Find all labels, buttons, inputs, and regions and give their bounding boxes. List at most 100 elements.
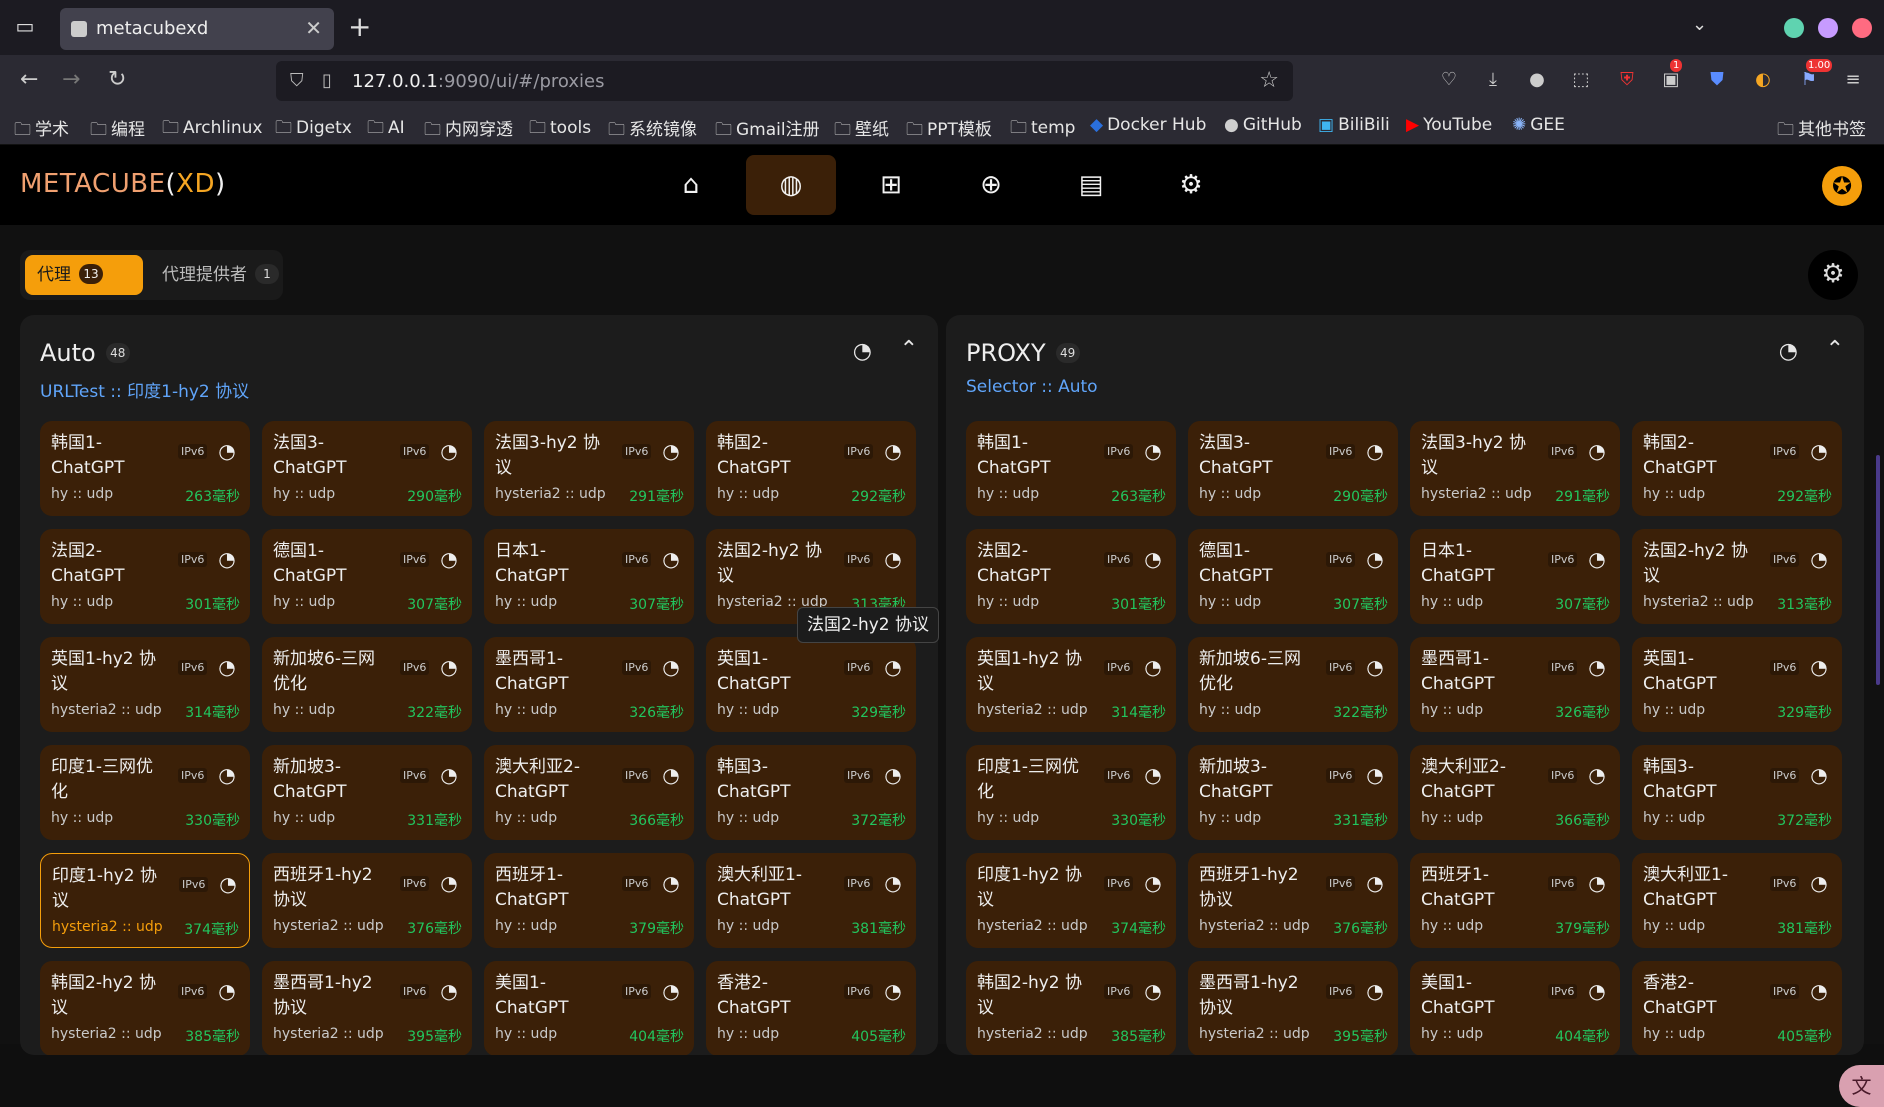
latency-test-gauge-icon[interactable]: ◔: [853, 339, 872, 364]
bookmark-folder[interactable]: 🗀 编程: [90, 115, 145, 146]
bookmark-folder[interactable]: 🗀 tools: [529, 115, 591, 144]
nav-config-gear-icon[interactable]: ⚙: [1146, 155, 1236, 215]
bookmark-folder[interactable]: 🗀 壁纸: [834, 115, 889, 146]
latency-test-gauge-icon[interactable]: ◔: [1807, 439, 1831, 463]
proxy-card[interactable]: 墨西哥1-hy2 协议 IPv6 ◔ hysteria2 :: udp 395毫秒: [1188, 961, 1398, 1055]
proxy-card[interactable]: 英国1-hy2 协议 IPv6 ◔ hysteria2 :: udp 314毫秒: [40, 637, 250, 732]
chevron-down-icon[interactable]: ⌄: [1692, 14, 1707, 35]
proxy-card[interactable]: 西班牙1-hy2 协议 IPv6 ◔ hysteria2 :: udp 376毫秒: [262, 853, 472, 948]
latency-test-gauge-icon[interactable]: ◔: [881, 763, 905, 787]
forward-icon[interactable]: →: [62, 67, 80, 92]
latency-test-gauge-icon[interactable]: ◔: [1807, 547, 1831, 571]
page-scrollbar[interactable]: [1876, 455, 1880, 685]
latency-test-gauge-icon[interactable]: ◔: [1141, 547, 1165, 571]
latency-test-gauge-icon[interactable]: ◔: [1363, 439, 1387, 463]
proxy-card[interactable]: 日本1-ChatGPT IPv6 ◔ hy :: udp 307毫秒: [484, 529, 694, 624]
group-title[interactable]: PROXY 49: [966, 339, 1080, 367]
bookmark-folder[interactable]: 🗀 PPT模板: [906, 115, 992, 146]
window-close-button[interactable]: [1852, 18, 1872, 38]
reader-extension-icon[interactable]: ▣ 1: [1658, 59, 1684, 93]
group-title[interactable]: Auto 48: [40, 339, 130, 367]
pocket-icon[interactable]: ♡: [1436, 67, 1462, 93]
latency-test-gauge-icon[interactable]: ◔: [437, 871, 461, 895]
proxy-card[interactable]: 韩国2-ChatGPT IPv6 ◔ hy :: udp 292毫秒: [1632, 421, 1842, 516]
proxy-card[interactable]: 韩国2-hy2 协议 IPv6 ◔ hysteria2 :: udp 385毫秒: [966, 961, 1176, 1055]
proxy-card[interactable]: 印度1-三网优化 IPv6 ◔ hy :: udp 330毫秒: [966, 745, 1176, 840]
proxy-card[interactable]: 新加坡6-三网优化 IPv6 ◔ hy :: udp 322毫秒: [1188, 637, 1398, 732]
proxy-card[interactable]: 法国3-hy2 协议 IPv6 ◔ hysteria2 :: udp 291毫秒: [484, 421, 694, 516]
latency-test-gauge-icon[interactable]: ◔: [1585, 439, 1609, 463]
tab-proxy-providers[interactable]: 代理提供者 1: [150, 255, 291, 295]
nav-overview-home-icon[interactable]: ⌂: [646, 155, 736, 215]
latency-test-gauge-icon[interactable]: ◔: [659, 763, 683, 787]
bookmark-folder[interactable]: 🗀 Archlinux: [162, 115, 262, 144]
nav-proxies-globe-icon[interactable]: ◍: [746, 155, 836, 215]
latency-test-gauge-icon[interactable]: ◔: [659, 547, 683, 571]
latency-test-gauge-icon[interactable]: ◔: [437, 655, 461, 679]
proxy-card[interactable]: 美国1-ChatGPT IPv6 ◔ hy :: udp 404毫秒: [1410, 961, 1620, 1055]
latency-test-gauge-icon[interactable]: ◔: [1807, 655, 1831, 679]
proxy-card[interactable]: 韩国2-hy2 协议 IPv6 ◔ hysteria2 :: udp 385毫秒: [40, 961, 250, 1055]
window-minimize-button[interactable]: [1784, 18, 1804, 38]
proxy-card[interactable]: 新加坡3-ChatGPT IPv6 ◔ hy :: udp 331毫秒: [1188, 745, 1398, 840]
latency-test-gauge-icon[interactable]: ◔: [1141, 655, 1165, 679]
app-logo[interactable]: METACUBE(XD): [20, 169, 226, 199]
latency-test-gauge-icon[interactable]: ◔: [1363, 871, 1387, 895]
latency-test-gauge-icon[interactable]: ◔: [437, 763, 461, 787]
latency-test-gauge-icon[interactable]: ◔: [1363, 763, 1387, 787]
bookmark-folder[interactable]: 🗀 内网穿透: [424, 115, 513, 146]
bookmark-folder[interactable]: 🗀 Gmail注册: [715, 115, 820, 146]
bookmark-link[interactable]: ▣ BiliBili: [1318, 115, 1390, 135]
bitwarden-icon[interactable]: ⛊: [1704, 67, 1730, 93]
nav-logs-document-icon[interactable]: ▤: [1046, 155, 1136, 215]
proxy-card[interactable]: 韩国1-ChatGPT IPv6 ◔ hy :: udp 263毫秒: [966, 421, 1176, 516]
latency-test-gauge-icon[interactable]: ◔: [215, 655, 239, 679]
window-maximize-button[interactable]: [1818, 18, 1838, 38]
proxy-card[interactable]: 西班牙1-ChatGPT IPv6 ◔ hy :: udp 379毫秒: [484, 853, 694, 948]
close-tab-icon[interactable]: ✕: [305, 16, 322, 40]
latency-test-gauge-icon[interactable]: ◔: [1141, 871, 1165, 895]
latency-test-gauge-icon[interactable]: ◔: [1807, 871, 1831, 895]
extension-avatar-icon[interactable]: ●: [1524, 67, 1550, 93]
latency-test-gauge-icon[interactable]: ◔: [215, 439, 239, 463]
latency-test-gauge-icon[interactable]: ◔: [881, 439, 905, 463]
bookmark-folder[interactable]: 🗀 temp: [1010, 115, 1075, 144]
proxy-card[interactable]: 英国1-ChatGPT IPv6 ◔ hy :: udp 329毫秒: [1632, 637, 1842, 732]
latency-test-gauge-icon[interactable]: ◔: [1585, 871, 1609, 895]
latency-test-gauge-icon[interactable]: ◔: [1585, 655, 1609, 679]
latency-test-gauge-icon[interactable]: ◔: [1585, 979, 1609, 1003]
proxy-card[interactable]: 韩国3-ChatGPT IPv6 ◔ hy :: udp 372毫秒: [1632, 745, 1842, 840]
proxy-card[interactable]: 印度1-hy2 协议 IPv6 ◔ hysteria2 :: udp 374毫秒: [966, 853, 1176, 948]
bookmark-link[interactable]: ✺ GEE: [1512, 115, 1565, 135]
latency-test-gauge-icon[interactable]: ◔: [1807, 979, 1831, 1003]
proxy-card[interactable]: 澳大利亚1-ChatGPT IPv6 ◔ hy :: udp 381毫秒: [1632, 853, 1842, 948]
proxy-card[interactable]: 澳大利亚2-ChatGPT IPv6 ◔ hy :: udp 366毫秒: [1410, 745, 1620, 840]
feed-extension-icon[interactable]: ⚑ 1.00: [1796, 59, 1833, 93]
latency-test-gauge-icon[interactable]: ◔: [659, 439, 683, 463]
bookmark-folder[interactable]: 🗀 AI: [367, 115, 405, 144]
latency-test-gauge-icon[interactable]: ◔: [1141, 979, 1165, 1003]
latency-test-gauge-icon[interactable]: ◔: [881, 871, 905, 895]
proxy-card[interactable]: 韩国3-ChatGPT IPv6 ◔ hy :: udp 372毫秒: [706, 745, 916, 840]
latency-test-gauge-icon[interactable]: ◔: [881, 547, 905, 571]
proxy-card[interactable]: 香港2-ChatGPT IPv6 ◔ hy :: udp 405毫秒: [1632, 961, 1842, 1055]
tab-list-icon[interactable]: ▭: [12, 14, 38, 40]
new-tab-icon[interactable]: +: [348, 10, 371, 43]
bookmark-link[interactable]: ● GitHub: [1224, 115, 1302, 135]
browser-tab[interactable]: metacubexd ✕: [60, 8, 334, 50]
tab-proxies[interactable]: 代理 13: [25, 255, 143, 295]
proxy-card[interactable]: 英国1-ChatGPT IPv6 ◔ hy :: udp 329毫秒: [706, 637, 916, 732]
bookmark-link[interactable]: ◆ Docker Hub: [1090, 115, 1206, 135]
proxy-card[interactable]: 德国1-ChatGPT IPv6 ◔ hy :: udp 307毫秒: [1188, 529, 1398, 624]
latency-test-gauge-icon[interactable]: ◔: [437, 547, 461, 571]
bookmark-folder[interactable]: 🗀 学术: [14, 115, 69, 146]
proxy-card[interactable]: 法国2-ChatGPT IPv6 ◔ hy :: udp 301毫秒: [40, 529, 250, 624]
latency-test-gauge-icon[interactable]: ◔: [1141, 763, 1165, 787]
proxy-card[interactable]: 韩国1-ChatGPT IPv6 ◔ hy :: udp 263毫秒: [40, 421, 250, 516]
extensions-icon[interactable]: ⬚: [1568, 67, 1594, 93]
url-text[interactable]: 127.0.0.1:9090/ui/#/proxies: [352, 71, 604, 92]
ublock-icon[interactable]: ⛨: [1614, 67, 1640, 93]
proxy-card[interactable]: 英国1-hy2 协议 IPv6 ◔ hysteria2 :: udp 314毫秒: [966, 637, 1176, 732]
translate-icon[interactable]: 文: [1839, 1065, 1884, 1107]
proxy-card[interactable]: 法国2-hy2 协议 IPv6 ◔ hysteria2 :: udp 313毫秒: [1632, 529, 1842, 624]
